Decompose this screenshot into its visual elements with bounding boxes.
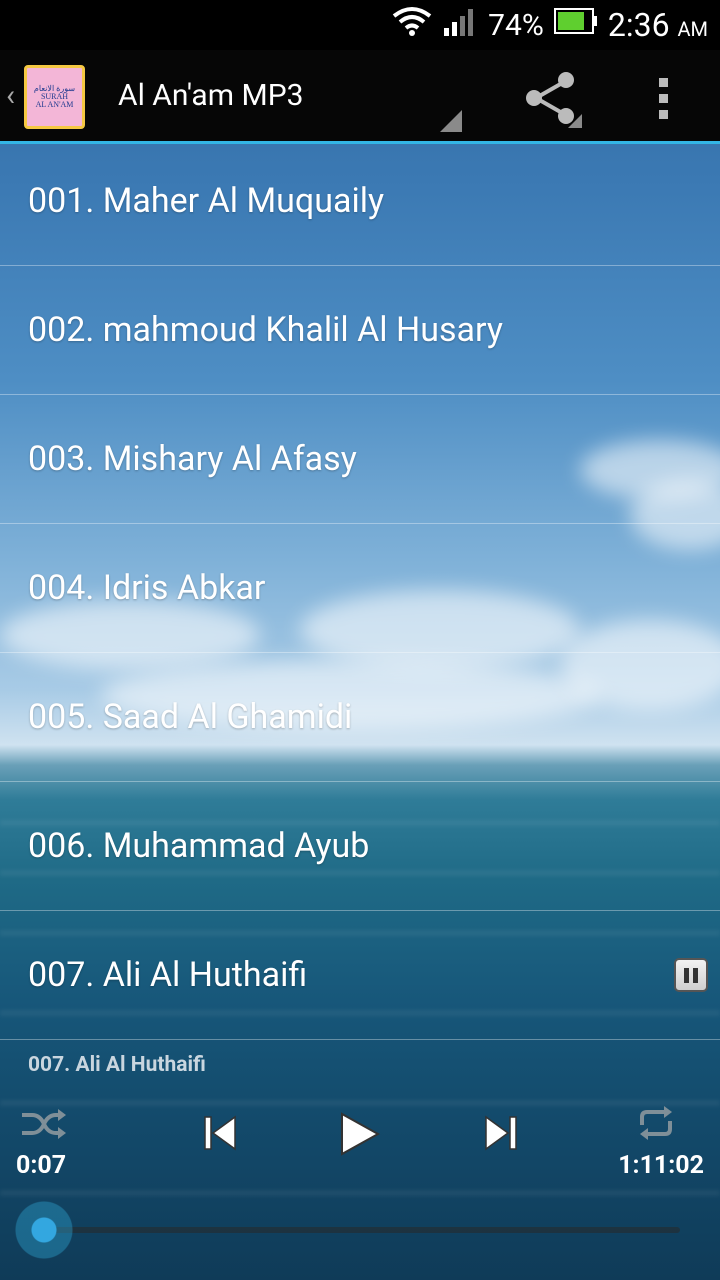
track-label: 002. mahmoud Khalil Al Husary <box>28 310 503 350</box>
action-bar: ‹ سورة الانعام SURAH AL AN'AM Al An'am M… <box>0 50 720 144</box>
signal-icon <box>442 6 478 44</box>
app-icon-line2: AL AN'AM <box>35 100 74 109</box>
skip-previous-icon <box>204 1115 236 1151</box>
player-panel: 007. Ali Al Huthaifi 0:07 1:11:02 <box>0 1043 720 1280</box>
battery-percent: 74% <box>488 7 544 43</box>
battery-icon <box>553 7 598 43</box>
track-label: 006. Muhammad Ayub <box>28 826 370 866</box>
wifi-icon <box>392 6 432 44</box>
pause-icon <box>693 967 698 983</box>
track-item[interactable]: 003. Mishary Al Afasy <box>0 395 720 524</box>
share-dropdown-indicator-icon <box>568 114 582 128</box>
overflow-menu-button[interactable] <box>640 70 686 126</box>
total-duration: 1:11:02 <box>618 1151 704 1180</box>
track-item-playing[interactable]: 007. Ali Al Huthaifi <box>0 911 720 1040</box>
shuffle-icon <box>22 1109 66 1139</box>
clock-time: 2:36 <box>607 6 670 44</box>
track-label: 007. Ali Al Huthaifi <box>28 955 308 995</box>
app-icon[interactable]: سورة الانعام SURAH AL AN'AM <box>24 65 85 129</box>
track-item[interactable]: 005. Saad Al Ghamidi <box>0 653 720 782</box>
play-icon <box>341 1112 381 1156</box>
now-playing-title: 007. Ali Al Huthaifi <box>28 1053 206 1077</box>
elapsed-time: 0:07 <box>16 1151 67 1180</box>
shuffle-button[interactable] <box>20 1107 68 1145</box>
track-item[interactable]: 006. Muhammad Ayub <box>0 782 720 911</box>
track-label: 003. Mishary Al Afasy <box>28 439 357 479</box>
dropdown-indicator-icon[interactable] <box>440 110 462 132</box>
track-label: 004. Idris Abkar <box>28 568 266 608</box>
track-label: 001. Maher Al Muquaily <box>28 181 385 221</box>
seek-bar[interactable] <box>40 1227 680 1233</box>
seek-thumb[interactable] <box>15 1201 74 1259</box>
repeat-button[interactable] <box>636 1105 676 1145</box>
status-bar: 74% 2:36 AM <box>0 0 720 50</box>
next-button[interactable] <box>483 1115 519 1155</box>
repeat-icon <box>640 1106 672 1140</box>
track-pause-button[interactable] <box>674 958 708 992</box>
skip-next-icon <box>485 1115 517 1151</box>
track-item[interactable]: 002. mahmoud Khalil Al Husary <box>0 266 720 395</box>
track-item[interactable]: 004. Idris Abkar <box>0 524 720 653</box>
previous-button[interactable] <box>202 1115 238 1155</box>
overflow-dot-icon <box>658 93 668 103</box>
track-label: 005. Saad Al Ghamidi <box>28 697 353 737</box>
overflow-dot-icon <box>658 109 668 119</box>
overflow-dot-icon <box>658 77 668 87</box>
status-clock: 2:36 AM <box>608 6 708 44</box>
clock-am-pm: AM <box>677 17 708 41</box>
pause-icon <box>684 967 689 983</box>
track-list: 001. Maher Al Muquaily 002. mahmoud Khal… <box>0 137 720 1040</box>
track-item[interactable]: 001. Maher Al Muquaily <box>0 137 720 266</box>
up-navigation-icon[interactable]: ‹ <box>6 78 15 113</box>
app-title[interactable]: Al An'am MP3 <box>118 78 303 113</box>
play-button[interactable] <box>338 1111 382 1161</box>
